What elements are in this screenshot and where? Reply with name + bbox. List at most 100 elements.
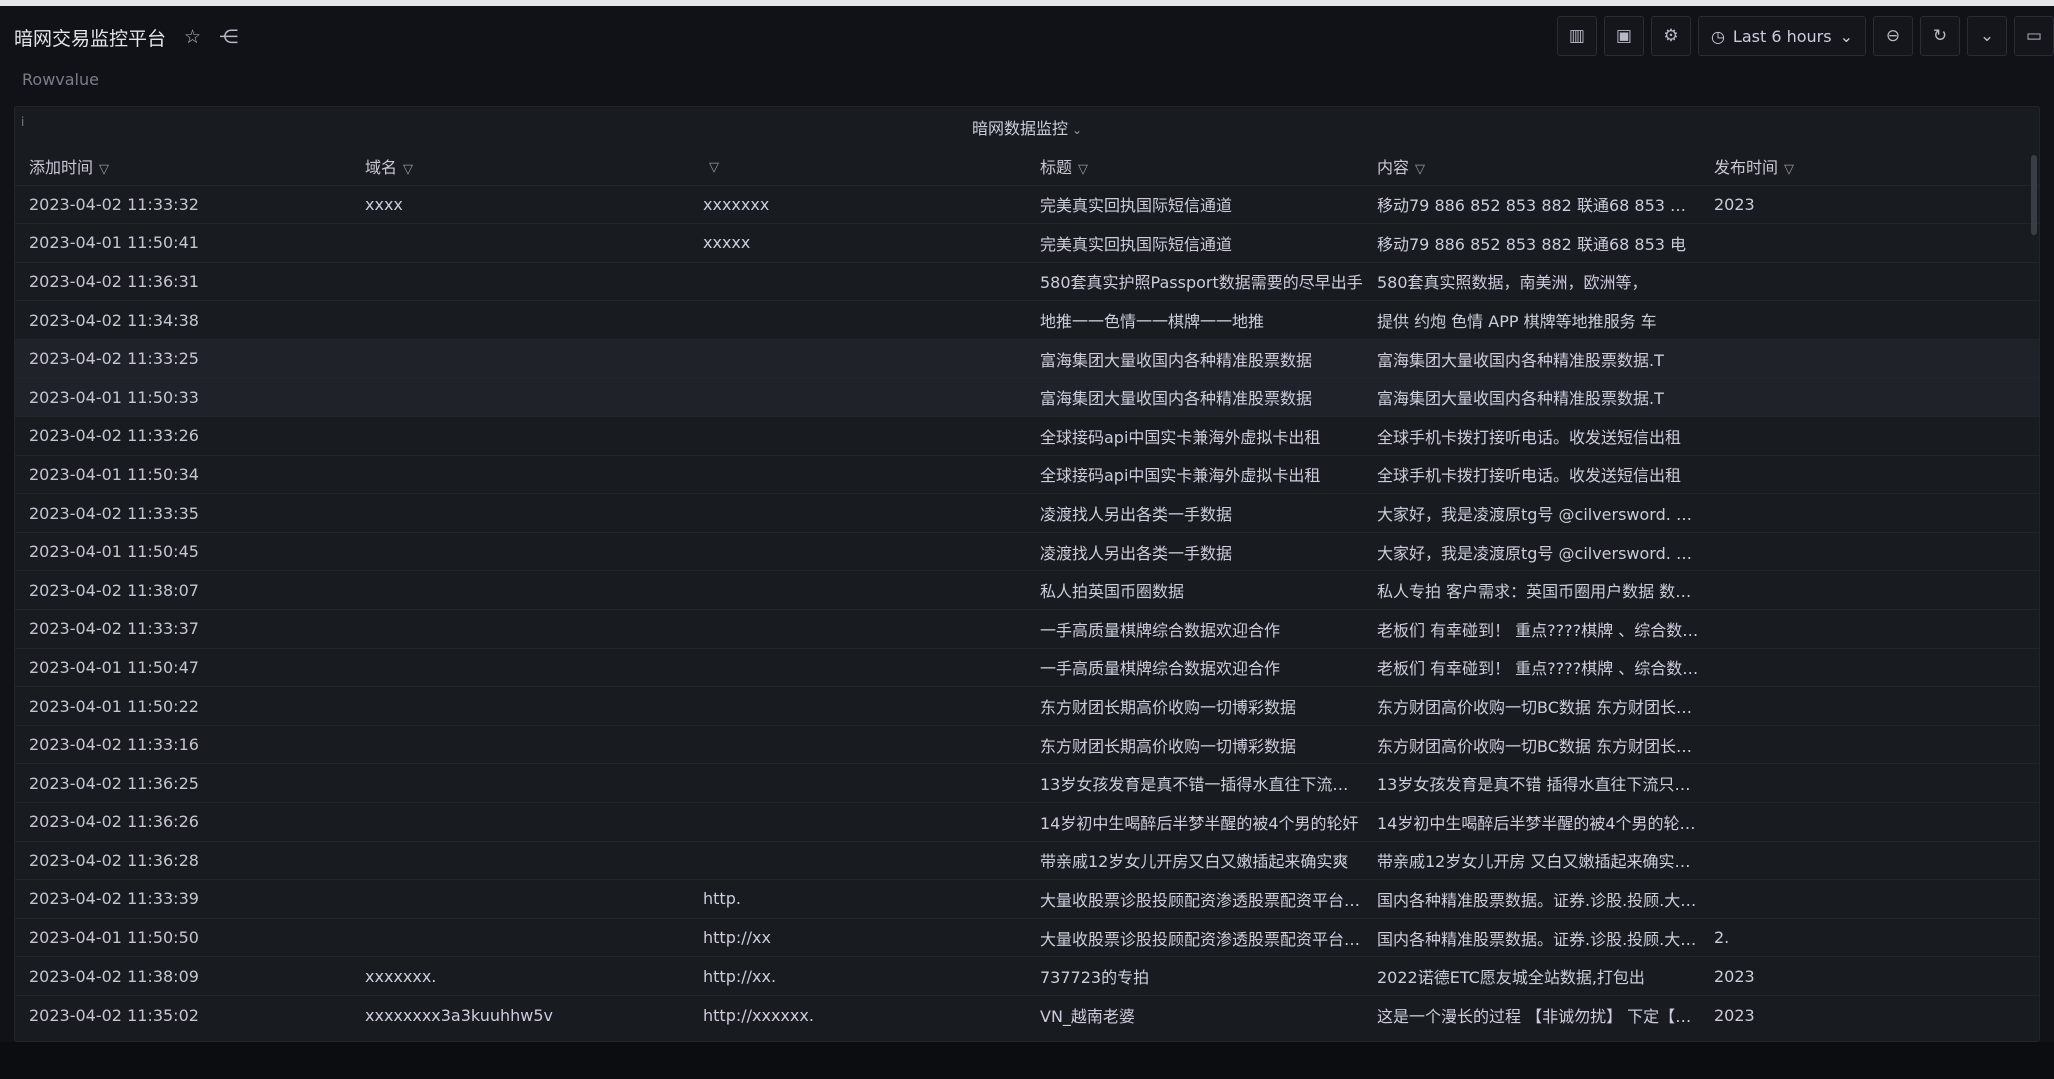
table-cell — [1700, 647, 2039, 687]
table-cell — [689, 802, 1026, 842]
table-row[interactable]: 2023-04-02 11:36:28 带亲戚12岁女儿开房又白又嫩插起来确实爽带… — [15, 840, 2039, 880]
table-row[interactable]: 2023-04-02 11:38:09 xxxxxxx. http://xx. 737… — [15, 956, 2039, 996]
column-header[interactable]: 添加时间 ▽ — [15, 147, 351, 185]
table-cell: 2023-04-01 11:50:50 — [15, 917, 351, 957]
filter-icon[interactable]: ▽ — [403, 162, 413, 177]
info-icon[interactable]: i — [21, 115, 24, 129]
chevron-down-icon: ⌄ — [1979, 26, 1995, 46]
dashboard-title[interactable]: 暗网交易监控平台 — [14, 24, 166, 51]
table-cell: xxxxxxxx3a3kuuhhw5v — [351, 994, 689, 1035]
filter-icon[interactable]: ▽ — [709, 160, 719, 175]
filter-icon[interactable]: ▽ — [1078, 162, 1088, 177]
table-cell: 全球手机卡拨打接听电话。收发送短信出租 — [1363, 454, 1700, 494]
table-cell: 2023-04-01 11:50:34 — [15, 454, 351, 494]
table-row[interactable]: 2023-04-02 11:33:35 凌渡找人另出各类一手数据 大家好，我是凌渡原… — [15, 493, 2039, 533]
table-cell: 2023 — [1700, 184, 2039, 224]
column-header[interactable]: 内容 ▽ — [1363, 147, 1700, 185]
table-row[interactable]: 2023-04-01 11:50:33 富海集团大量收国内各种精准股票数据 富海集团… — [15, 377, 2039, 417]
refresh-interval-button[interactable]: ⌄ — [1967, 16, 2007, 56]
table-cell — [351, 840, 689, 880]
table-header-row: 添加时间 ▽ 域名 ▽ ▽ 标题 ▽ 内容 ▽ 发布时间 ▽ — [15, 147, 2039, 185]
table-cell — [1700, 416, 2039, 456]
share-icon[interactable]: ⋲ — [219, 26, 238, 48]
table-cell: 这是一个漫长的过程 【非诚勿扰】 下定【20... — [1363, 994, 1700, 1035]
filter-icon[interactable]: ▽ — [99, 162, 109, 177]
column-header[interactable]: 发布时间 ▽ — [1700, 147, 2039, 185]
column-header[interactable]: 标题 ▽ — [1026, 147, 1363, 185]
table-cell: 东方财团高价收购一切BC数据 东方财团长期... — [1363, 724, 1700, 764]
table-row[interactable]: 2023-04-02 11:34:38 地推一一色情一一棋牌一一地推 提供 约炮 色… — [15, 300, 2039, 340]
table-cell: 2023-04-02 11:36:26 — [15, 802, 351, 842]
table-cell: 凌渡找人另出各类一手数据 — [1026, 493, 1363, 533]
zoom-out-button[interactable]: ⊖ — [1873, 16, 1913, 56]
table-row[interactable]: 2023-04-02 11:35:02 xxxxxxxx3a3kuuhhw5v ht… — [15, 994, 2039, 1035]
table-cell: 2023-04-01 11:50:33 — [15, 377, 351, 417]
table-cell: 国内各种精准股票数据。证券.诊股.投顾.大区... — [1363, 879, 1700, 919]
table-row[interactable]: 2023-04-01 11:50:47 一手高质量棋牌综合数据欢迎合作 老板们 有幸… — [15, 647, 2039, 687]
table-cell: 2023-04-01 11:50:22 — [15, 686, 351, 726]
table-cell — [689, 763, 1026, 803]
table-row[interactable]: 2023-04-02 11:36:31 580套真实护照Passport数据需要的… — [15, 261, 2039, 301]
save-button[interactable]: ▣ — [1603, 16, 1644, 56]
table-cell — [351, 223, 689, 263]
table-row[interactable]: 2023-04-01 11:50:50 http://xx 大量收股票诊股投顾配资渗… — [15, 917, 2039, 957]
table-cell: 带亲戚12岁女儿开房 又白又嫩插起来确实爽 ... — [1363, 840, 1700, 880]
table-cell: 一手高质量棋牌综合数据欢迎合作 — [1026, 647, 1363, 687]
filter-icon[interactable]: ▽ — [1784, 162, 1794, 177]
table-cell: xxxx — [351, 184, 689, 224]
table-cell — [1700, 261, 2039, 301]
table-row[interactable]: 2023-04-02 11:33:26 全球接码api中国实卡兼海外虚拟卡出租 全球… — [15, 416, 2039, 456]
table-row[interactable]: 2023-04-01 11:50:22 东方财团长期高价收购一切博彩数据 东方财团高… — [15, 686, 2039, 726]
table-cell — [689, 724, 1026, 764]
data-table: 添加时间 ▽ 域名 ▽ ▽ 标题 ▽ 内容 ▽ 发布时间 ▽ 2023-04-02 11:33:32… — [15, 147, 2039, 1035]
refresh-button[interactable]: ↻ — [1920, 16, 1960, 56]
add-panel-icon: ▥ — [1568, 26, 1585, 46]
refresh-icon: ↻ — [1932, 26, 1948, 46]
table-cell — [351, 686, 689, 726]
table-row[interactable]: 2023-04-02 11:33:32 xxxx xxxxxxx 完美真实回执国际短信… — [15, 184, 2039, 224]
table-cell — [351, 570, 689, 610]
table-cell: 凌渡找人另出各类一手数据 — [1026, 531, 1363, 571]
table-cell — [1700, 570, 2039, 610]
table-cell — [1700, 879, 2039, 919]
table-cell — [689, 454, 1026, 494]
variable-label[interactable]: Rowvalue — [22, 70, 99, 89]
star-icon[interactable]: ☆ — [184, 26, 201, 48]
column-header[interactable]: ▽ — [689, 147, 1026, 185]
table-cell — [689, 261, 1026, 301]
table-cell — [1700, 763, 2039, 803]
filter-icon[interactable]: ▽ — [1415, 162, 1425, 177]
table-row[interactable]: 2023-04-02 11:33:16 东方财团长期高价收购一切博彩数据 东方财团高… — [15, 724, 2039, 764]
clock-icon: ◷ — [1710, 26, 1725, 46]
table-cell: 全球手机卡拨打接听电话。收发送短信出租 — [1363, 416, 1700, 456]
table-row[interactable]: 2023-04-02 11:33:39 http. 大量收股票诊股投顾配资渗透股票配… — [15, 879, 2039, 919]
column-header[interactable]: 域名 ▽ — [351, 147, 689, 185]
table-row[interactable]: 2023-04-02 11:33:37 一手高质量棋牌综合数据欢迎合作 老板们 有幸… — [15, 609, 2039, 649]
panel-header[interactable]: 暗网数据监控 ⌄ — [15, 107, 2039, 147]
time-range-picker[interactable]: ◷ Last 6 hours ⌄ — [1697, 16, 1866, 56]
table-row[interactable]: 2023-04-01 11:50:41 xxxxx 完美真实回执国际短信通道 移动79… — [15, 223, 2039, 263]
table-cell: 13岁女孩发育是真不错 插得水直往下流只卖4... — [1363, 763, 1700, 803]
breadcrumb: 暗网交易监控平台 — [14, 24, 166, 51]
table-row[interactable]: 2023-04-02 11:33:25 富海集团大量收国内各种精准股票数据 富海集团… — [15, 338, 2039, 378]
table-row[interactable]: 2023-04-02 11:38:07 私人拍英国币圈数据 私人专拍 客户需求：英国… — [15, 570, 2039, 610]
table-row[interactable]: 2023-04-01 11:50:45 凌渡找人另出各类一手数据 大家好，我是凌渡原… — [15, 531, 2039, 571]
table-cell: 2023-04-02 11:33:25 — [15, 338, 351, 378]
settings-button[interactable]: ⚙ — [1650, 16, 1691, 56]
table-cell: 富海集团大量收国内各种精准股票数据 — [1026, 377, 1363, 417]
table-cell — [1700, 724, 2039, 764]
table-cell — [351, 300, 689, 340]
tv-mode-button[interactable]: ▭ — [2014, 16, 2054, 56]
table-cell — [1700, 377, 2039, 417]
table-cell — [351, 647, 689, 687]
table-row[interactable]: 2023-04-02 11:36:26 14岁初中生喝醉后半梦半醒的被4个男的轮奸… — [15, 802, 2039, 842]
table-row[interactable]: 2023-04-02 11:36:25 13岁女孩发育是真不错一插得水直往下流只卖… — [15, 763, 2039, 803]
add-panel-button[interactable]: ▥ — [1556, 16, 1597, 56]
table-row[interactable]: 2023-04-01 11:50:34 全球接码api中国实卡兼海外虚拟卡出租 全球… — [15, 454, 2039, 494]
table-cell — [351, 493, 689, 533]
table-cell: 2022诺德ETC愿友城全站数据,打包出 — [1363, 956, 1700, 996]
table-cell: 私人拍英国币圈数据 — [1026, 570, 1363, 610]
scrollbar[interactable] — [2031, 155, 2037, 235]
table-cell: 2023-04-02 11:36:28 — [15, 840, 351, 880]
table-cell — [351, 454, 689, 494]
